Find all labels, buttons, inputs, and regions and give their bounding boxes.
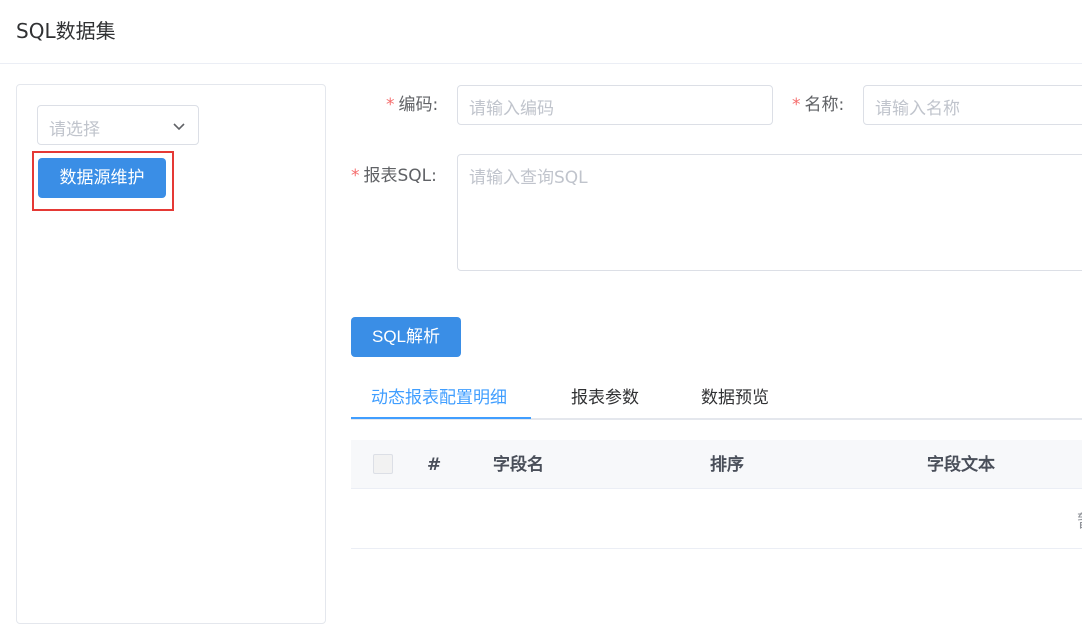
name-input-placeholder: 请输入名称 [875,99,960,119]
datasource-select-placeholder: 请选择 [49,120,100,140]
datasource-panel: 请选择 数据源维护 [16,84,326,624]
code-label: * 编码: [386,93,438,117]
chevron-down-icon [173,123,185,131]
empty-text: 暂 [1077,507,1082,532]
page-header: SQL数据集 [0,0,1082,64]
column-field-text: 字段文本 [927,455,995,475]
column-index: # [427,455,442,475]
tab-report-params[interactable]: 报表参数 [571,382,639,418]
tab-active-indicator [351,417,531,419]
detail-tabs: 动态报表配置明细 报表参数 数据预览 [351,382,1082,420]
name-label-text: 名称: [804,95,845,115]
column-field-name: 字段名 [493,455,544,475]
required-mark: * [386,95,395,115]
code-input-placeholder: 请输入编码 [469,99,554,119]
required-mark: * [792,95,801,115]
datasource-maintain-button[interactable]: 数据源维护 [38,158,166,198]
page-title: SQL数据集 [16,19,116,43]
select-all-checkbox[interactable] [373,454,393,474]
code-label-text: 编码: [398,95,439,115]
sql-textarea-placeholder: 请输入查询SQL [469,168,588,188]
sql-textarea[interactable]: 请输入查询SQL [457,154,1082,271]
name-input[interactable]: 请输入名称 [863,85,1082,125]
tab-report-config-detail[interactable]: 动态报表配置明细 [371,382,507,418]
sql-label-text: 报表SQL: [363,166,437,186]
sql-label: * 报表SQL: [351,164,437,188]
tab-data-preview[interactable]: 数据预览 [701,382,769,418]
required-mark: * [351,166,360,186]
name-label: * 名称: [792,93,844,117]
code-input[interactable]: 请输入编码 [457,85,773,125]
datasource-select[interactable]: 请选择 [37,105,199,145]
sql-parse-button[interactable]: SQL解析 [351,317,461,357]
table-body: 暂 [351,489,1082,549]
column-order: 排序 [710,455,744,475]
table-header: # 字段名 排序 字段文本 [351,440,1082,489]
